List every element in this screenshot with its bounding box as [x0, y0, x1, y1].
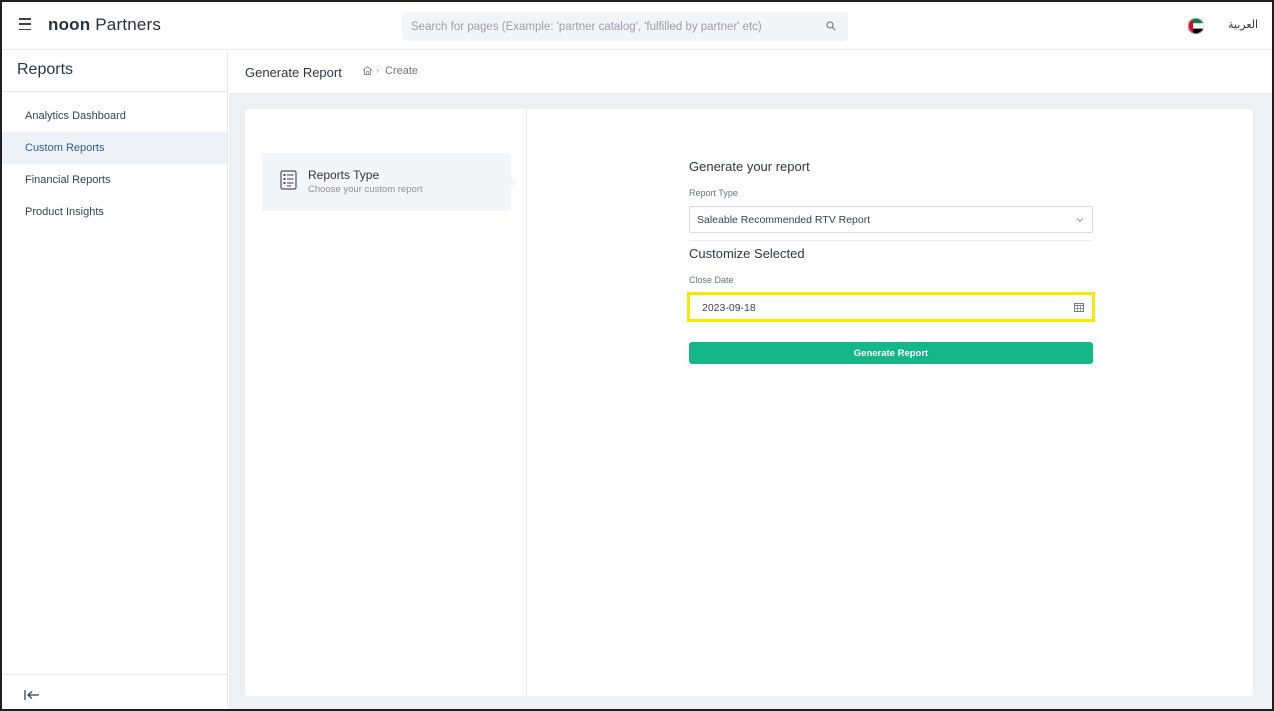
report-type-value: Saleable Recommended RTV Report: [697, 214, 871, 226]
close-date-value: 2023-09-18: [702, 302, 756, 314]
step-title: Reports Type: [308, 168, 380, 182]
report-card: Reports Type Choose your custom report G…: [245, 109, 1253, 696]
search-box: [402, 12, 848, 41]
calendar-icon[interactable]: [1074, 303, 1084, 312]
breadcrumb-current: Create: [385, 65, 419, 77]
sidebar-item-analytics-dashboard[interactable]: Analytics Dashboard: [2, 100, 227, 132]
uae-flag-icon[interactable]: [1188, 18, 1204, 34]
sidebar: Reports Analytics Dashboard Custom Repor…: [2, 51, 228, 709]
customize-heading: Customize Selected: [689, 246, 805, 261]
sidebar-nav: Analytics Dashboard Custom Reports Finan…: [2, 100, 227, 228]
search-icon[interactable]: [826, 21, 836, 31]
step-reports-type[interactable]: Reports Type Choose your custom report: [262, 153, 517, 211]
form-heading: Generate your report: [689, 159, 810, 174]
search-input[interactable]: [402, 12, 822, 41]
step-subtitle: Choose your custom report: [308, 184, 423, 195]
logo-brand: noon: [48, 15, 91, 34]
sidebar-footer: [2, 674, 227, 709]
breadcrumb-separator: ›: [376, 65, 379, 75]
logo-suffix: Partners: [90, 15, 162, 34]
close-date-label: Close Date: [689, 275, 734, 285]
steps-panel: Reports Type Choose your custom report: [245, 109, 527, 696]
main-content: Generate Report › Create Reports Type Ch…: [229, 51, 1272, 709]
chevron-down-icon: [1076, 218, 1084, 223]
sidebar-item-custom-reports[interactable]: Custom Reports: [2, 132, 227, 164]
report-type-select[interactable]: Saleable Recommended RTV Report: [689, 206, 1093, 233]
sidebar-title: Reports: [2, 51, 227, 92]
menu-icon[interactable]: [19, 18, 31, 30]
home-icon[interactable]: [362, 65, 373, 76]
language-switch[interactable]: العربية: [1228, 18, 1258, 31]
sidebar-item-financial-reports[interactable]: Financial Reports: [2, 164, 227, 196]
top-bar: noon Partners العربية: [2, 2, 1272, 50]
page-title: Generate Report: [245, 65, 342, 80]
close-date-field[interactable]: 2023-09-18: [687, 292, 1095, 322]
form-divider: [689, 240, 1093, 241]
report-type-label: Report Type: [689, 188, 738, 198]
sidebar-item-product-insights[interactable]: Product Insights: [2, 196, 227, 228]
sub-header: Generate Report › Create: [229, 51, 1272, 93]
logo[interactable]: noon Partners: [48, 15, 161, 35]
collapse-left-icon[interactable]: [24, 689, 40, 701]
report-document-icon: [280, 170, 297, 190]
app-frame: noon Partners العربية Reports Analytics …: [0, 0, 1274, 711]
generate-report-button[interactable]: Generate Report: [689, 342, 1093, 364]
